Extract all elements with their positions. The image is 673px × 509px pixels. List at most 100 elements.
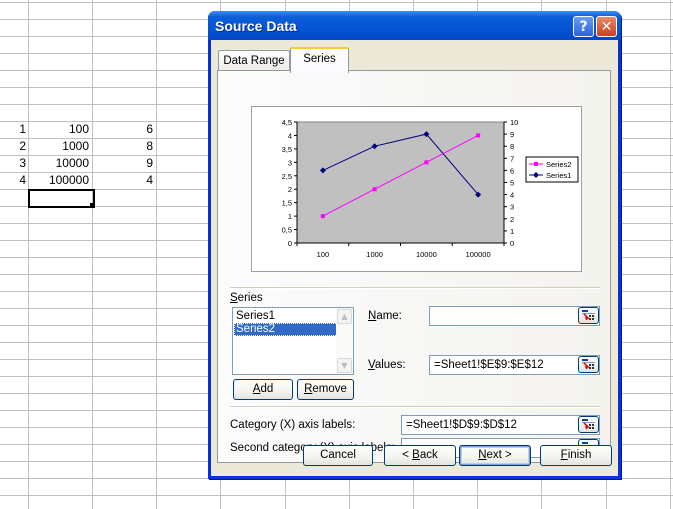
secondary-y-tick-label: 3	[510, 203, 514, 212]
cell-index[interactable]: 4	[0, 172, 26, 189]
primary-y-tick-label: 2	[288, 185, 292, 194]
name-label: Name:	[368, 310, 402, 322]
source-data-dialog: Source Data ? ✕ Data Range Series 0 0,5 1 1…	[208, 11, 621, 479]
back-button[interactable]: < Back	[384, 445, 456, 466]
secondary-y-tick-label: 8	[510, 142, 514, 151]
primary-y-tick-label: 1	[288, 212, 292, 221]
values-label: Values:	[368, 359, 406, 371]
add-series-button[interactable]: Add	[233, 379, 293, 400]
series-tab-panel: 0 0,5 1 1,5 2 2,5 3 3,5 4 4,5 0 1 2 3 4 5 6 7 8 9 10 100 1000 1…	[217, 70, 611, 463]
back-rest: ack	[419, 449, 438, 461]
tab-series[interactable]: Series	[290, 47, 349, 73]
help-icon: ?	[579, 19, 588, 35]
primary-y-tick-label: 4,5	[282, 118, 292, 127]
dialog-title: Source Data	[215, 18, 297, 34]
name-input[interactable]	[429, 306, 600, 326]
data-point	[476, 133, 481, 138]
remove-series-button[interactable]: Remove	[297, 379, 354, 400]
secondary-y-tick-label: 9	[510, 130, 514, 139]
collapse-dialog-icon	[582, 419, 595, 430]
cell-value[interactable]: 6	[92, 121, 153, 138]
category-axis-labels-input[interactable]: =Sheet1!$D$9:$D$12	[401, 415, 600, 435]
cell-value[interactable]: 8	[92, 138, 153, 155]
data-point	[372, 187, 377, 192]
cell-index[interactable]: 1	[0, 121, 26, 138]
line-chart: 0 0,5 1 1,5 2 2,5 3 3,5 4 4,5 0 1 2 3 4 5 6 7 8 9 10 100 1000 1…	[282, 118, 579, 259]
scroll-up-icon[interactable]: ▲	[337, 309, 352, 324]
x-tick-label: 1000	[366, 250, 383, 259]
tab-data-range[interactable]: Data Range	[218, 50, 290, 71]
finish-rest: inish	[567, 449, 592, 461]
dialog-titlebar[interactable]: Source Data ? ✕	[208, 11, 621, 40]
x-tick-label: 100	[317, 250, 330, 259]
series-label: Series	[230, 292, 263, 304]
separator	[230, 406, 600, 408]
category-axis-labels-label: Category (X) axis labels:	[230, 419, 356, 431]
cell-category[interactable]: 100	[28, 121, 89, 138]
close-button[interactable]: ✕	[596, 16, 617, 37]
series-list-item-selected[interactable]: Series2	[234, 323, 338, 336]
legend-marker	[534, 162, 538, 166]
primary-y-tick-label: 0,5	[282, 226, 292, 235]
values-input[interactable]: =Sheet1!$E$9:$E$12	[429, 355, 600, 375]
selected-cell[interactable]	[28, 189, 95, 208]
data-point	[424, 160, 429, 165]
secondary-y-tick-label: 6	[510, 166, 514, 175]
legend-label: Series1	[546, 171, 571, 180]
add-rest: dd	[260, 383, 274, 395]
cell-value[interactable]: 4	[92, 172, 153, 189]
cell-category[interactable]: 1000	[28, 138, 89, 155]
finish-mnemonic: F	[560, 449, 568, 461]
category-range-select-button[interactable]	[578, 416, 599, 433]
close-icon: ✕	[600, 19, 613, 35]
primary-y-tick-label: 0	[288, 239, 292, 248]
secondary-y-tick-label: 5	[510, 179, 514, 188]
values-rest: alues:	[374, 359, 406, 371]
values-range-select-button[interactable]	[578, 356, 599, 373]
series-label-mnemonic: S	[230, 292, 238, 304]
cell-index[interactable]: 3	[0, 155, 26, 172]
data-point	[320, 214, 325, 219]
series-list-item[interactable]: Series1	[234, 310, 338, 323]
collapse-dialog-icon	[582, 359, 595, 370]
secondary-y-tick-label: 4	[510, 191, 514, 200]
dialog-body: Data Range Series 0 0,5 1 1,5 2 2,5 3 3,5 4 4,5 0 1…	[211, 40, 618, 476]
finish-button[interactable]: Finish	[540, 445, 612, 466]
primary-y-tick-label: 3,5	[282, 145, 292, 154]
primary-y-tick-label: 3	[288, 158, 292, 167]
cell-category[interactable]: 10000	[28, 155, 89, 172]
cell-category[interactable]: 100000	[28, 172, 89, 189]
name-range-select-button[interactable]	[578, 307, 599, 324]
collapse-dialog-icon	[582, 310, 595, 321]
next-rest: ext >	[486, 449, 512, 461]
series-label-rest: eries	[237, 292, 263, 304]
primary-y-tick-label: 2,5	[282, 172, 292, 181]
series-listbox[interactable]: Series1 Series2 ▲ ▼	[232, 307, 354, 375]
x-tick-label: 10000	[416, 250, 437, 259]
secondary-y-tick-label: 2	[510, 215, 514, 224]
separator	[230, 287, 600, 289]
legend-label: Series2	[546, 160, 571, 169]
name-rest: ame:	[376, 310, 402, 322]
secondary-y-tick-label: 10	[510, 118, 518, 127]
primary-y-tick-label: 1,5	[282, 199, 292, 208]
cell-value[interactable]: 9	[92, 155, 153, 172]
cancel-button[interactable]: Cancel	[303, 445, 373, 466]
x-tick-label: 100000	[466, 250, 491, 259]
listbox-scrollbar[interactable]: ▲ ▼	[336, 308, 353, 374]
secondary-y-tick-label: 0	[510, 239, 514, 248]
help-button[interactable]: ?	[573, 16, 594, 37]
chart-preview: 0 0,5 1 1,5 2 2,5 3 3,5 4 4,5 0 1 2 3 4 5 6 7 8 9 10 100 1000 1…	[251, 106, 582, 272]
values-mnemonic: V	[368, 359, 375, 371]
back-mnemonic: B	[412, 449, 420, 461]
fill-handle[interactable]	[90, 203, 95, 208]
secondary-y-tick-label: 1	[510, 227, 514, 236]
remove-rest: emove	[312, 383, 347, 395]
secondary-y-tick-label: 7	[510, 154, 514, 163]
scroll-down-icon[interactable]: ▼	[337, 358, 352, 373]
next-button[interactable]: Next >	[459, 445, 531, 466]
primary-y-tick-label: 4	[288, 131, 292, 140]
cell-index[interactable]: 2	[0, 138, 26, 155]
back-prefix: <	[402, 449, 413, 461]
next-mnemonic: N	[478, 449, 487, 461]
